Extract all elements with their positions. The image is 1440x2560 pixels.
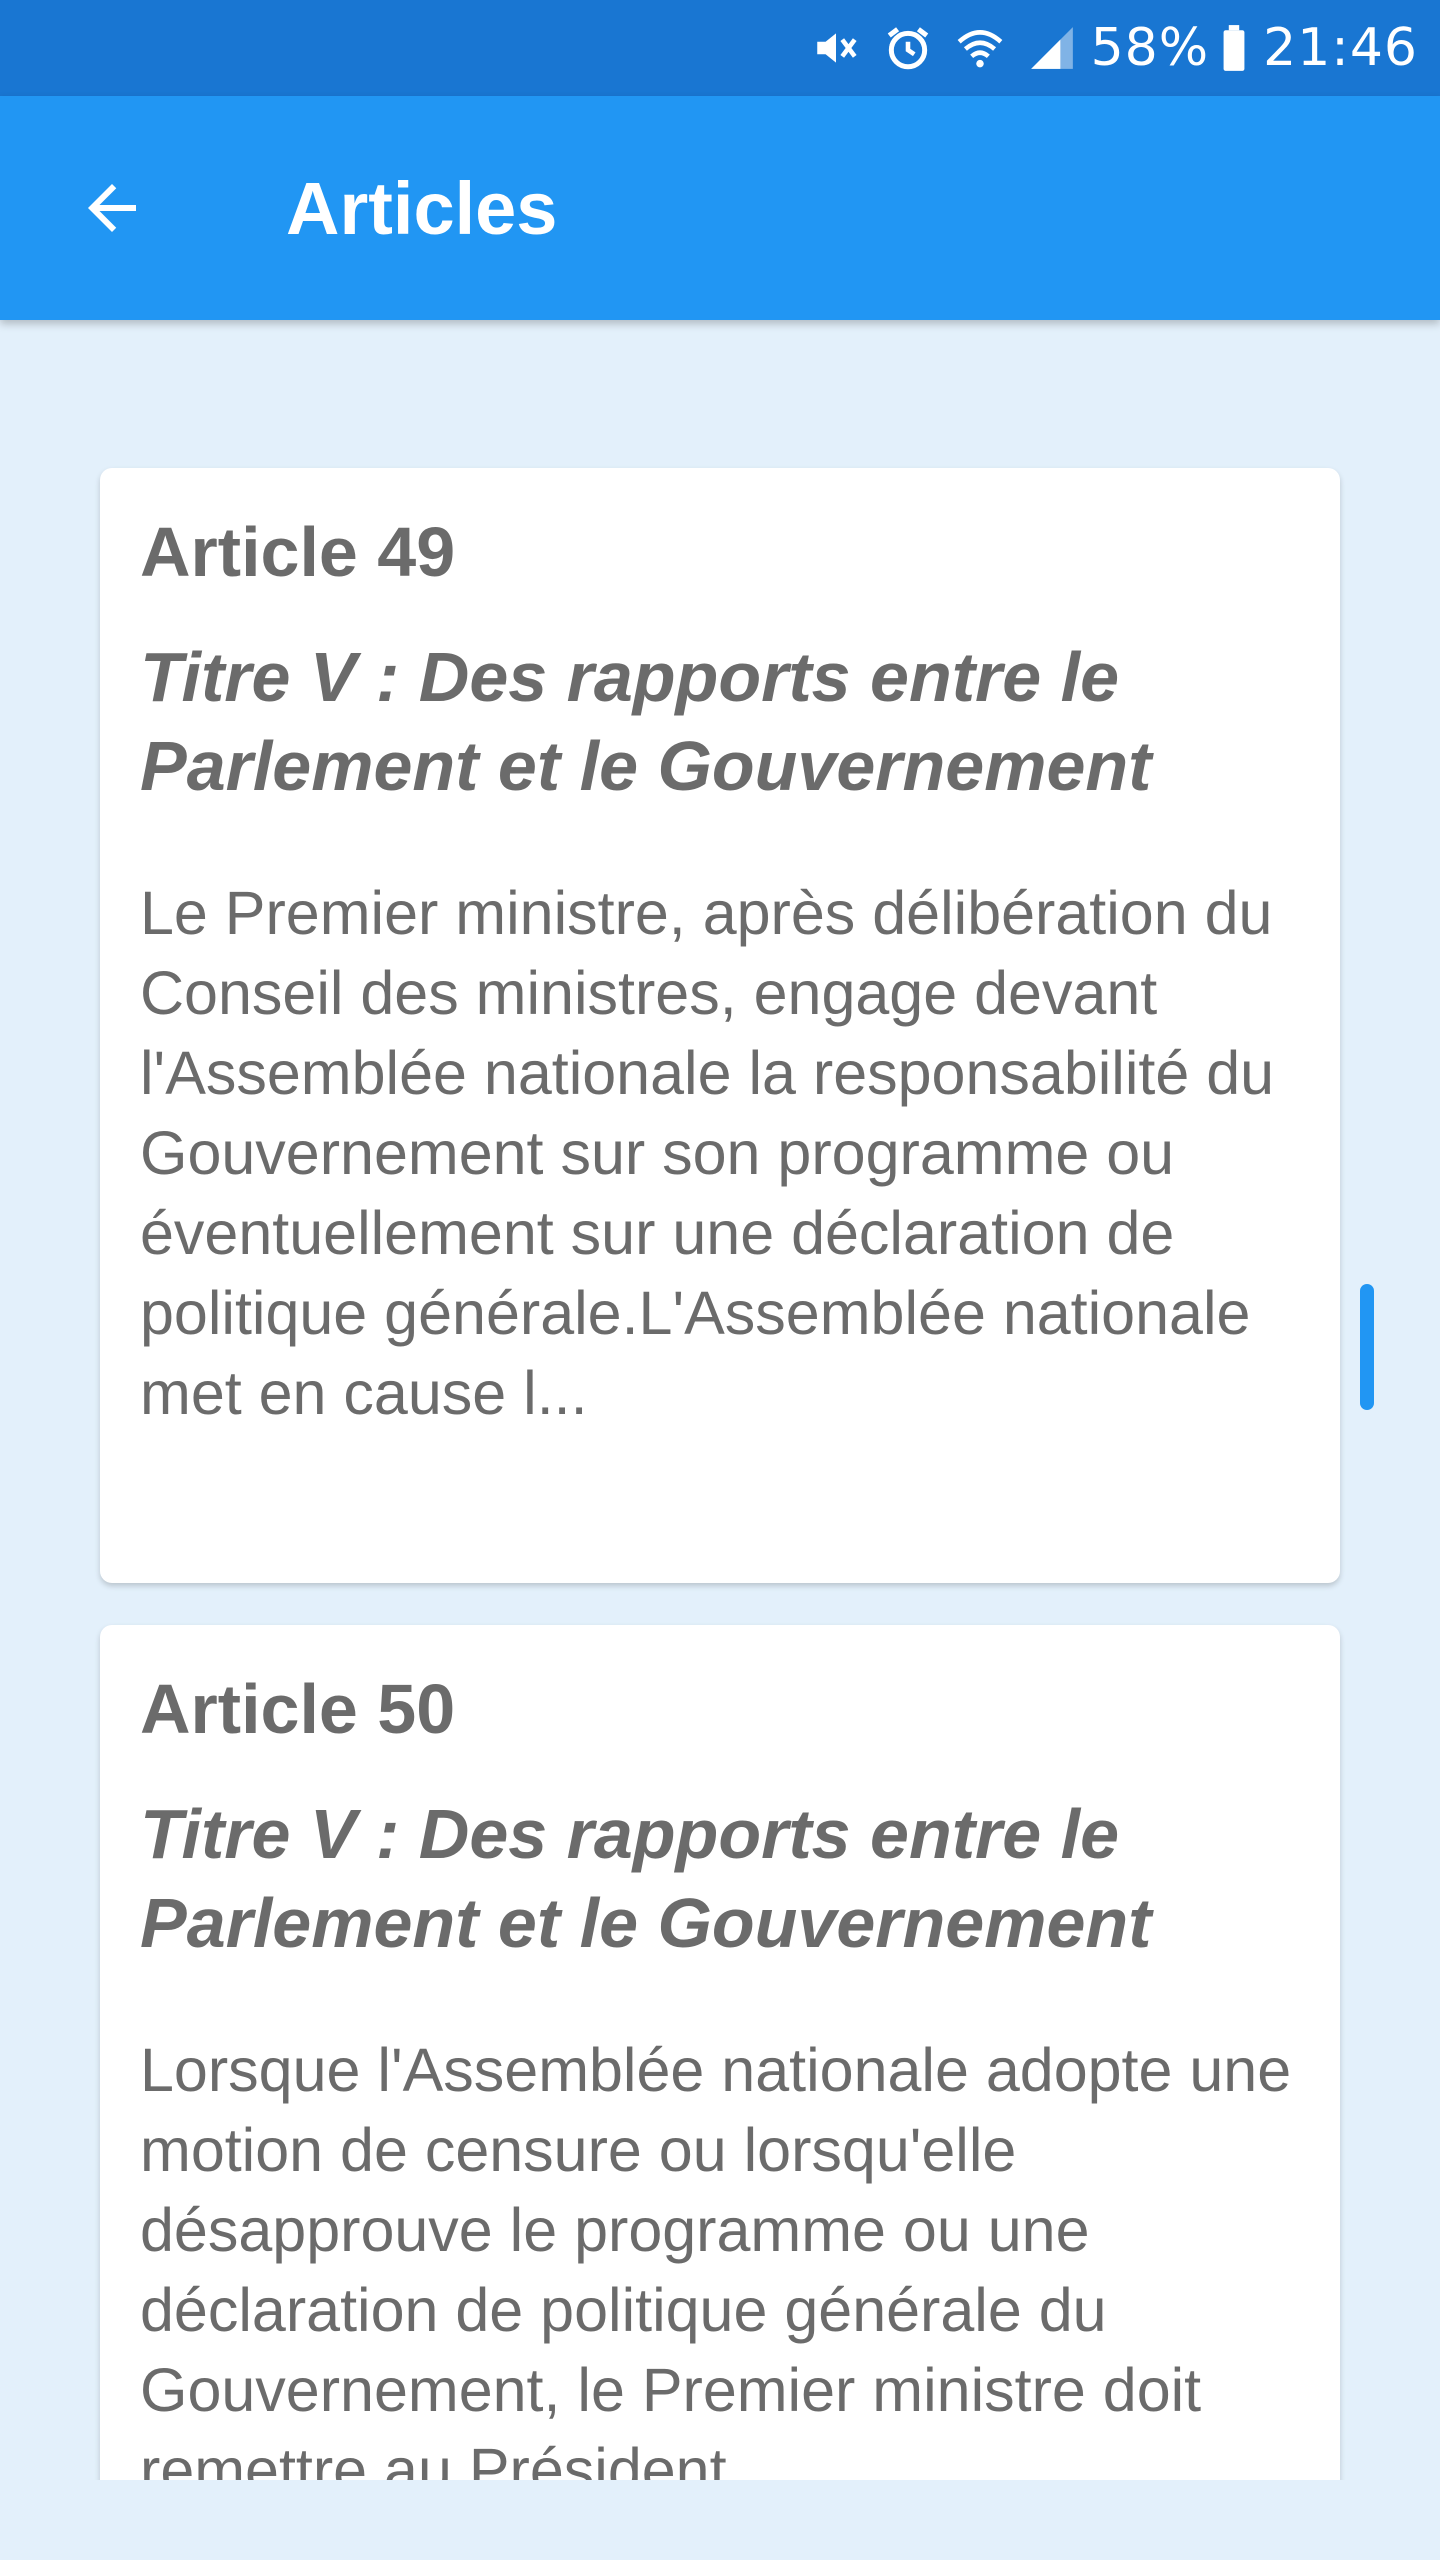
article-card[interactable]: Article 50 Titre V : Des rapports entre … <box>100 1625 1340 2480</box>
status-bar: 58% 21:46 <box>0 0 1440 96</box>
app-bar: Articles <box>0 96 1440 320</box>
arrow-back-icon <box>88 184 136 232</box>
scrollbar-thumb[interactable] <box>1360 1284 1374 1410</box>
article-excerpt: Le Premier ministre, après délibération … <box>140 878 1275 1427</box>
battery-icon <box>1219 23 1249 73</box>
article-title: Article 49 <box>140 513 456 591</box>
article-list[interactable]: Article 49 Titre V : Des rapports entre … <box>0 320 1440 2480</box>
mute-icon <box>811 23 861 73</box>
article-section: Titre V : Des rapports entre le Parlemen… <box>140 637 1152 805</box>
article-title: Article 50 <box>140 1670 456 1748</box>
page-title: Articles <box>286 166 558 250</box>
article-excerpt: Lorsque l'Assemblée nationale adopte une… <box>140 2035 1292 2481</box>
alarm-icon <box>883 23 933 73</box>
article-section: Titre V : Des rapports entre le Parlemen… <box>140 1794 1152 1962</box>
article-card[interactable]: Article 49 Titre V : Des rapports entre … <box>100 468 1340 1583</box>
battery-percent: 58% <box>1090 18 1210 78</box>
clock: 21:46 <box>1263 18 1418 78</box>
back-button[interactable] <box>56 152 168 264</box>
bottom-spacer <box>0 2480 1440 2560</box>
signal-icon <box>1027 23 1077 73</box>
wifi-icon <box>955 23 1005 73</box>
